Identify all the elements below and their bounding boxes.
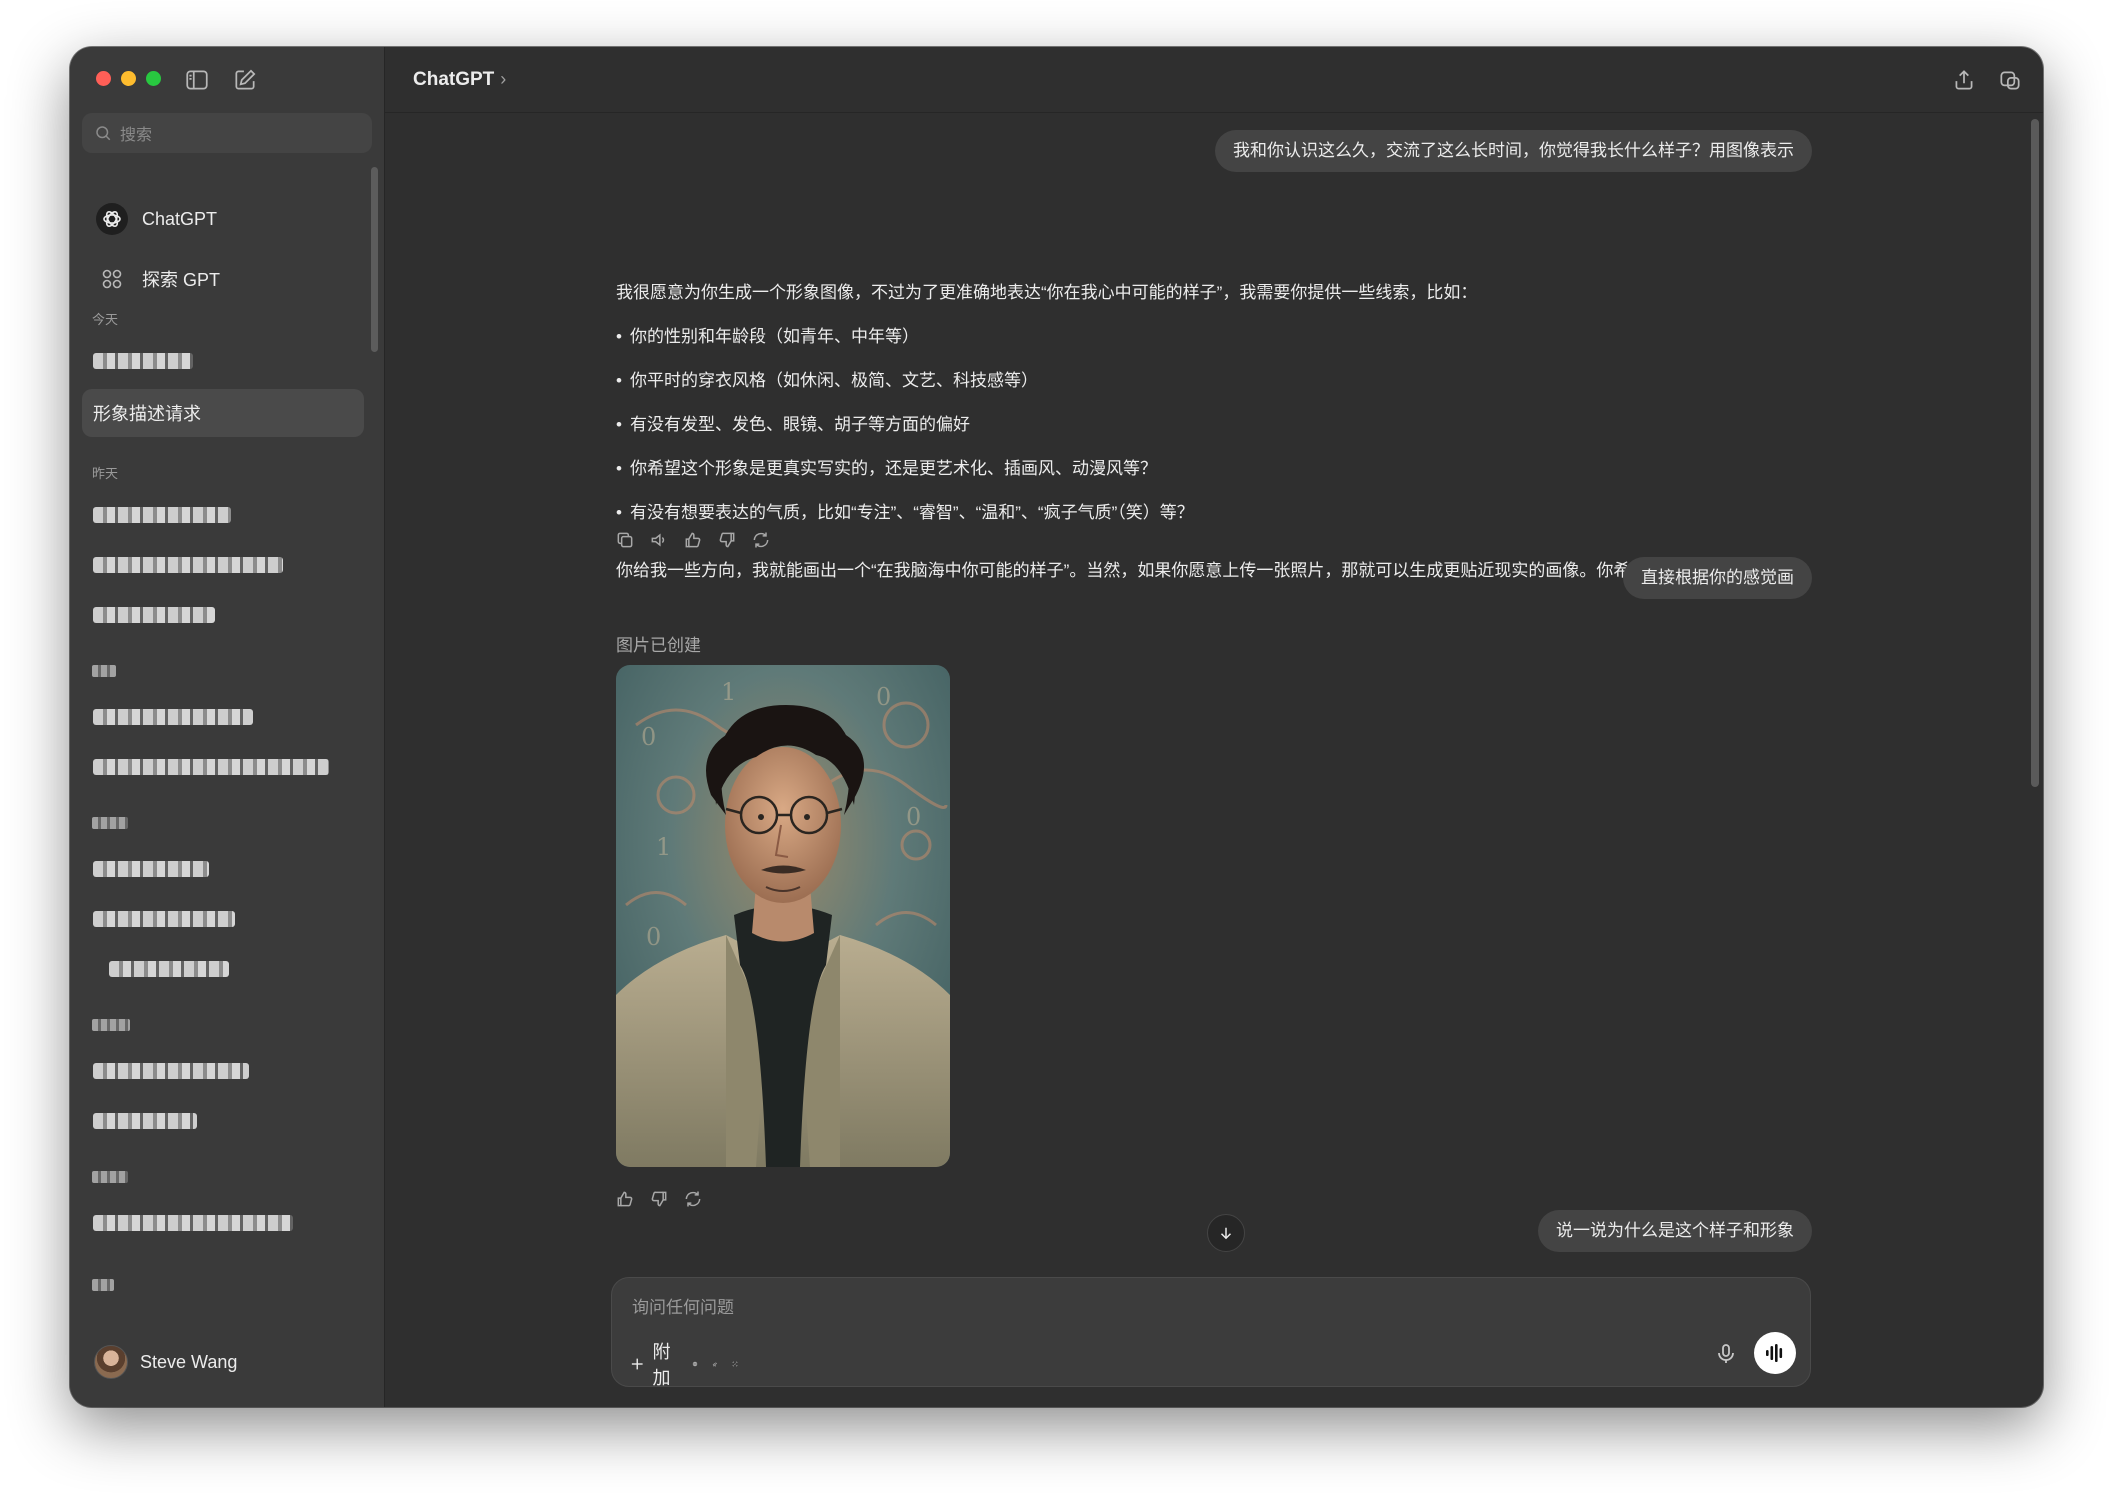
user-profile[interactable]: Steve Wang	[94, 1345, 237, 1379]
sidebar-item-label: 探索 GPT	[142, 270, 221, 290]
chat-item[interactable]	[82, 1199, 364, 1247]
share-icon[interactable]	[1951, 67, 1977, 93]
window-icon[interactable]	[1997, 67, 2023, 93]
sidebar: 搜索 ChatGPT 探索 GPT 今天 形象描述请求 昨天 Steve Wan…	[70, 47, 385, 1407]
sidebar-item-label: ChatGPT	[142, 208, 218, 229]
thumbs-down-icon[interactable]	[649, 1189, 669, 1209]
user-message: 直接根据你的感觉画	[1623, 557, 1812, 599]
globe-icon[interactable]	[692, 1361, 698, 1367]
voice-mode-button[interactable]	[1754, 1332, 1796, 1374]
svg-text:0: 0	[646, 923, 661, 951]
thumbs-up-icon[interactable]	[615, 1189, 635, 1209]
plus-icon	[631, 1358, 643, 1370]
composer-toolbar: 附加	[628, 1338, 738, 1390]
telescope-icon[interactable]	[712, 1361, 718, 1367]
arrow-down-icon	[1220, 1227, 1232, 1240]
list-item: 你希望这个形象是更真实写实的，还是更艺术化、插画风、动漫风等？	[616, 454, 1157, 479]
list-item: 你的性别和年龄段（如青年、中年等）	[616, 322, 919, 347]
voice-mode-icon	[1766, 1344, 1783, 1362]
scan-icon[interactable]	[732, 1361, 738, 1367]
list-item: 有没有发型、发色、眼镜、胡子等方面的偏好	[616, 410, 970, 435]
svg-text:0: 0	[906, 803, 921, 831]
thumbs-down-icon[interactable]	[717, 530, 737, 550]
svg-text:1: 1	[656, 833, 671, 861]
section-label-today: 今天	[92, 312, 119, 327]
image-actions	[615, 1189, 703, 1209]
section-label-blurred	[92, 1171, 128, 1183]
main-panel: ChatGPT › 我和你认识这么久，交流了这么长时间，你觉得我长什么样子？用图像…	[385, 47, 2043, 1407]
chat-item[interactable]	[82, 945, 364, 993]
assistant-actions	[615, 530, 771, 550]
grid-icon	[102, 269, 122, 289]
attach-label: 附加	[652, 1342, 671, 1388]
sidebar-search[interactable]: 搜索	[82, 113, 372, 153]
user-message: 我和你认识这么久，交流了这么长时间，你觉得我长什么样子？用图像表示	[1215, 130, 1812, 172]
user-message: 说一说为什么是这个样子和形象	[1538, 1210, 1812, 1252]
new-chat-icon[interactable]	[232, 67, 258, 93]
search-icon	[96, 126, 111, 141]
openai-logo-icon	[96, 203, 128, 235]
list-item: 你平时的穿衣风格（如休闲、极简、文艺、科技感等）	[616, 366, 1038, 391]
prompt-input[interactable]	[632, 1294, 1432, 1322]
chat-item[interactable]	[82, 693, 364, 741]
chat-item[interactable]	[82, 743, 364, 791]
mic-icon[interactable]	[1714, 1342, 1738, 1366]
chat-item[interactable]	[82, 845, 364, 893]
chat-item[interactable]	[82, 541, 364, 589]
chat-item[interactable]	[82, 591, 364, 639]
section-label-blurred	[92, 1019, 130, 1031]
svg-text:0: 0	[876, 683, 891, 711]
chat-item[interactable]	[82, 895, 364, 943]
section-label-blurred	[92, 817, 128, 829]
zoom-window-button[interactable]	[146, 71, 161, 86]
sidebar-scrollbar[interactable]	[371, 167, 378, 352]
avatar	[94, 1345, 128, 1379]
chat-item[interactable]	[82, 1047, 364, 1095]
regenerate-icon[interactable]	[683, 1189, 703, 1209]
chat-item[interactable]	[82, 1097, 364, 1145]
model-selector[interactable]: ChatGPT ›	[413, 69, 506, 91]
svg-text:1: 1	[721, 678, 736, 706]
header: ChatGPT ›	[385, 47, 2043, 113]
search-placeholder: 搜索	[120, 127, 153, 144]
svg-text:0: 0	[641, 723, 656, 751]
portrait-illustration: 1 0 1 0 0 0	[616, 665, 950, 1167]
section-label-blurred	[92, 1279, 114, 1291]
chat-item[interactable]	[82, 337, 364, 385]
chat-item-label: 形象描述请求	[93, 404, 201, 424]
regenerate-icon[interactable]	[751, 530, 771, 550]
list-item: 有没有想要表达的气质，比如“专注”、“睿智”、“温和”、“疯子气质”（笑）等？	[616, 498, 1194, 523]
copy-icon[interactable]	[615, 530, 635, 550]
thumbs-up-icon[interactable]	[683, 530, 703, 550]
app-window: 搜索 ChatGPT 探索 GPT 今天 形象描述请求 昨天 Steve Wan…	[70, 47, 2043, 1407]
attach-button[interactable]: 附加	[628, 1338, 678, 1390]
chat-item[interactable]	[82, 491, 364, 539]
main-scrollbar[interactable]	[2031, 119, 2039, 787]
generated-image[interactable]: 1 0 1 0 0 0	[616, 665, 950, 1167]
window-controls	[96, 71, 161, 86]
section-label-yesterday: 昨天	[92, 466, 119, 481]
assistant-paragraph: 你给我一些方向，我就能画出一个“在我脑海中你可能的样子”。当然，如果你愿意上传一…	[616, 561, 1733, 580]
image-created-label: 图片已创建	[616, 636, 701, 655]
sidebar-toggle-icon[interactable]	[184, 67, 210, 93]
user-name: Steve Wang	[140, 1351, 238, 1372]
chat-item-active[interactable]: 形象描述请求	[82, 389, 364, 437]
sidebar-item-chatgpt[interactable]: ChatGPT	[82, 195, 372, 243]
read-aloud-icon[interactable]	[649, 530, 669, 550]
scroll-to-bottom-button[interactable]	[1207, 1214, 1245, 1252]
assistant-paragraph: 我很愿意为你生成一个形象图像，不过为了更准确地表达“你在我心中可能的样子”，我需…	[616, 283, 1478, 302]
minimize-window-button[interactable]	[121, 71, 136, 86]
composer: 附加	[611, 1277, 1811, 1390]
sidebar-item-explore-gpts[interactable]: 探索 GPT	[82, 255, 372, 303]
close-window-button[interactable]	[96, 71, 111, 86]
chevron-right-icon: ›	[500, 68, 507, 89]
section-label-blurred	[92, 665, 116, 677]
